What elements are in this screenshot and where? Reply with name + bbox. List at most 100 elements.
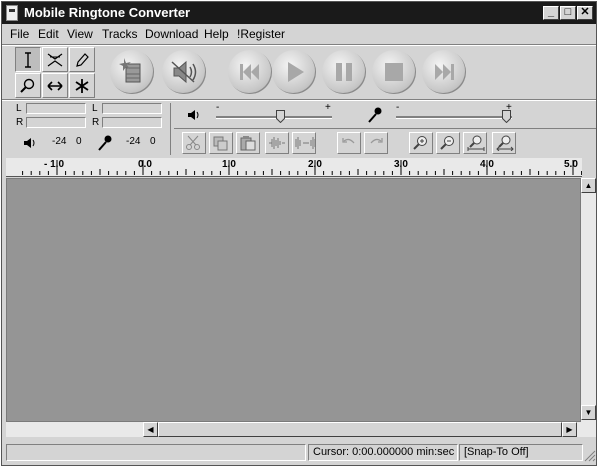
- app-window: Mobile Ringtone Converter _ □ ✕ File Edi…: [1, 1, 597, 466]
- asterisk-icon: [75, 79, 89, 93]
- zoom-in-button[interactable]: [409, 132, 433, 154]
- output-meter-scale-low: -24: [52, 136, 67, 147]
- title-bar[interactable]: Mobile Ringtone Converter _ □ ✕: [2, 2, 596, 24]
- menu-edit[interactable]: Edit: [38, 27, 59, 42]
- input-volume-thumb[interactable]: [502, 110, 512, 123]
- effects-button[interactable]: [110, 50, 154, 94]
- input-meter-right-label: R: [92, 117, 100, 128]
- input-volume-slider[interactable]: [396, 116, 512, 119]
- fit-project-icon: [496, 135, 514, 151]
- input-meter-scale-high: 0: [150, 136, 156, 147]
- pencil-icon: [76, 53, 89, 67]
- mixer-divider: [174, 128, 596, 129]
- selection-tool[interactable]: [15, 47, 41, 72]
- fit-selection-icon: [467, 135, 485, 151]
- horizontal-scrollbar[interactable]: ◀ ▶: [6, 422, 596, 437]
- cut-button[interactable]: [182, 132, 206, 154]
- play-button[interactable]: [272, 50, 316, 94]
- undo-icon: [342, 138, 355, 144]
- speaker-mute-icon: [171, 60, 197, 84]
- time-shift-tool[interactable]: [42, 73, 68, 98]
- zoom-in-icon: [413, 136, 427, 150]
- output-volume-thumb[interactable]: [275, 110, 285, 123]
- skip-start-icon: [240, 64, 259, 80]
- ruler-label-3: 3.0: [394, 159, 408, 170]
- scroll-up-button[interactable]: ▲: [581, 178, 596, 193]
- menu-view[interactable]: View: [67, 27, 93, 42]
- menu-file[interactable]: File: [10, 27, 29, 42]
- trim-button[interactable]: [265, 132, 289, 154]
- output-volume-slider[interactable]: [216, 116, 332, 119]
- scroll-left-button[interactable]: ◀: [143, 422, 158, 437]
- stop-icon: [385, 63, 403, 81]
- undo-button[interactable]: [337, 132, 361, 154]
- fit-project-button[interactable]: [492, 132, 516, 154]
- output-meter-scale-high: 0: [76, 136, 82, 147]
- stop-button[interactable]: [372, 50, 416, 94]
- menu-help[interactable]: Help: [204, 27, 229, 42]
- mute-button[interactable]: [162, 50, 206, 94]
- output-meter-right: [26, 117, 86, 128]
- track-area[interactable]: [6, 178, 581, 422]
- copy-icon: [213, 136, 228, 151]
- trim-icon: [269, 137, 285, 149]
- resize-grip-icon[interactable]: [584, 450, 596, 462]
- draw-tool[interactable]: [69, 47, 95, 72]
- skip-to-start-button[interactable]: [228, 50, 272, 94]
- pause-button[interactable]: [322, 50, 366, 94]
- scroll-down-button[interactable]: ▼: [581, 405, 596, 420]
- skip-to-end-button[interactable]: [422, 50, 466, 94]
- maximize-button[interactable]: □: [560, 6, 576, 20]
- envelope-tool[interactable]: [42, 47, 68, 72]
- horizontal-scroll-thumb[interactable]: [158, 422, 562, 437]
- paste-icon: [240, 136, 256, 151]
- skip-end-icon: [435, 64, 454, 80]
- output-volume-speaker-icon: [188, 110, 199, 120]
- fit-selection-button[interactable]: [463, 132, 487, 154]
- ruler-label-5: 5.0: [564, 159, 578, 170]
- ruler-label-4: 4.0: [480, 159, 494, 170]
- cursor-position: Cursor: 0:00.000000 min:sec: [308, 444, 458, 461]
- zoom-out-icon: [440, 136, 454, 150]
- redo-button[interactable]: [364, 132, 388, 154]
- silence-icon: [295, 137, 316, 149]
- silence-button[interactable]: [292, 132, 316, 154]
- menu-divider-highlight: [2, 45, 596, 46]
- menu-bar: File Edit View Tracks Download Help !Reg…: [2, 25, 596, 44]
- double-arrow-icon: [47, 81, 63, 91]
- close-button[interactable]: ✕: [577, 6, 593, 20]
- envelope-icon: [47, 53, 63, 67]
- speaker-icon: [24, 138, 35, 148]
- sparkle-film-icon: [119, 58, 141, 83]
- zoom-tool[interactable]: [15, 73, 41, 98]
- meter-divider: [170, 103, 171, 155]
- multi-tool[interactable]: [69, 73, 95, 98]
- pause-icon: [336, 63, 352, 81]
- vertical-scrollbar[interactable]: ▲ ▼: [581, 178, 596, 422]
- menu-register[interactable]: !Register: [237, 27, 285, 42]
- menu-download[interactable]: Download: [145, 27, 198, 42]
- paste-button[interactable]: [236, 132, 260, 154]
- ibeam-icon: [25, 52, 31, 68]
- input-volume-microphone-icon: [368, 107, 382, 123]
- output-meter-left-label: L: [16, 103, 22, 114]
- ruler-label-0: 0.0: [138, 159, 152, 170]
- output-meter-left: [26, 103, 86, 114]
- ruler-label-neg1: - 1.0: [44, 159, 65, 170]
- input-volume-minus: -: [396, 102, 400, 113]
- zoom-out-button[interactable]: [436, 132, 460, 154]
- cut-icon: [186, 135, 200, 150]
- timeline-ruler[interactable]: - 1.0 0.0 1.0 2.0 3.0 4.0 5.0: [6, 158, 582, 177]
- snap-status[interactable]: [Snap-To Off]: [459, 444, 583, 461]
- status-message: [6, 444, 306, 461]
- minimize-button[interactable]: _: [543, 6, 559, 20]
- window-title: Mobile Ringtone Converter: [24, 5, 191, 20]
- menu-tracks[interactable]: Tracks: [102, 27, 138, 42]
- status-bar: Cursor: 0:00.000000 min:sec [Snap-To Off…: [2, 442, 596, 464]
- ruler-label-1: 1.0: [222, 159, 236, 170]
- ruler-ticks: [22, 160, 582, 175]
- copy-button[interactable]: [209, 132, 233, 154]
- toolbar-divider-highlight: [2, 100, 596, 101]
- scroll-right-button[interactable]: ▶: [562, 422, 577, 437]
- ruler-label-2: 2.0: [308, 159, 322, 170]
